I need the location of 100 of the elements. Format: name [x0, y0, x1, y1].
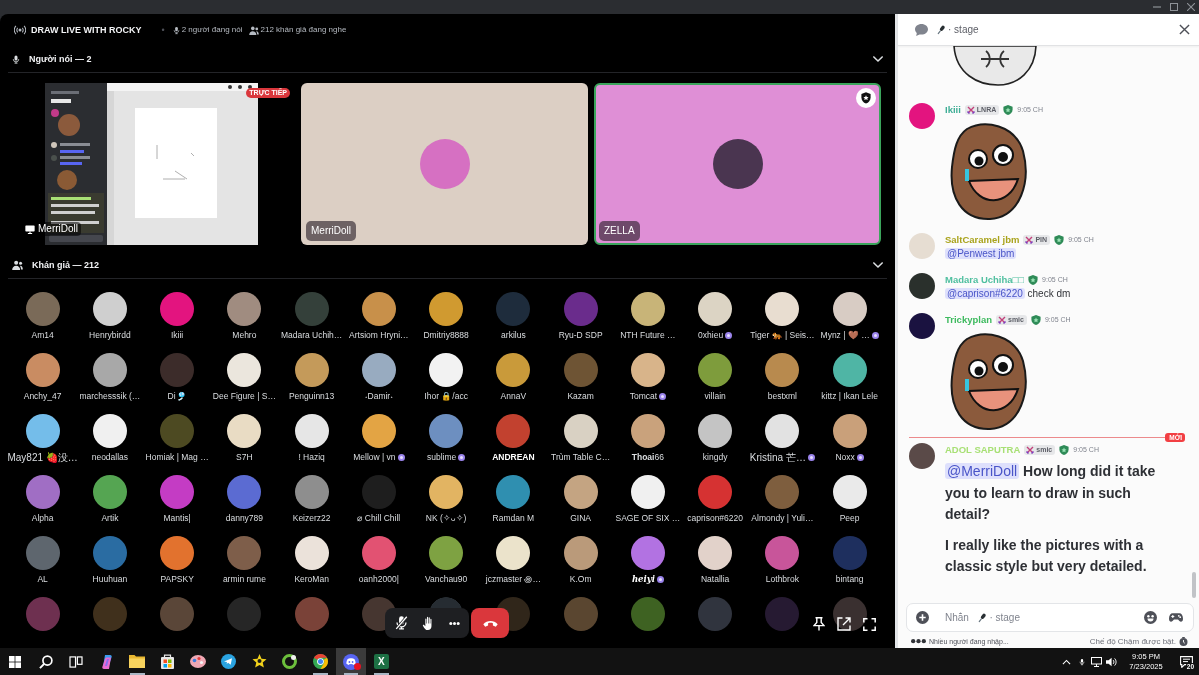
chevron-down-icon[interactable]: [873, 56, 883, 62]
user-avatar[interactable]: [630, 475, 665, 509]
user-name: marchesssik (…: [79, 391, 141, 402]
user-name: Vanchau90: [424, 574, 468, 585]
taskbar-button[interactable]: [335, 648, 366, 675]
windows-logo-icon: [9, 655, 22, 668]
user-avatar[interactable]: [563, 475, 598, 509]
user-avatar[interactable]: [630, 353, 665, 387]
user-avatar[interactable]: [765, 414, 800, 448]
user-avatar[interactable]: [832, 353, 867, 387]
user-avatar[interactable]: [630, 536, 665, 570]
user-avatar[interactable]: [294, 536, 329, 570]
user-name: Am14: [31, 330, 54, 341]
user-avatar[interactable]: [294, 353, 329, 387]
chevron-down-icon[interactable]: [873, 262, 883, 268]
maximize-icon[interactable]: [1170, 3, 1178, 11]
user-avatar[interactable]: [361, 414, 396, 448]
user-avatar[interactable]: [92, 414, 127, 448]
user-name: Tomcat: [629, 391, 658, 402]
user-avatar[interactable]: [92, 353, 127, 387]
user-name: ! Haziq: [298, 452, 325, 463]
monitor-icon[interactable]: [1091, 656, 1102, 667]
message-input[interactable]: Nhắn: [945, 611, 976, 624]
plus-icon[interactable]: [916, 611, 929, 624]
name-tag: MerriDoll: [306, 221, 356, 241]
user-avatar[interactable]: [429, 353, 464, 387]
palette-icon: [190, 655, 207, 668]
close-icon[interactable]: [1179, 24, 1190, 35]
user-avatar[interactable]: [832, 292, 867, 326]
user-avatar[interactable]: [832, 475, 867, 509]
user-name: AnnaV: [500, 391, 527, 402]
more-icon[interactable]: [449, 621, 460, 625]
pop-out-icon[interactable]: [837, 617, 851, 631]
gamepad-icon[interactable]: [1169, 613, 1183, 622]
user-name: Di🎐: [167, 391, 187, 402]
user-avatar[interactable]: [160, 536, 195, 570]
user-avatar[interactable]: [496, 353, 531, 387]
user-avatar[interactable]: [227, 353, 262, 387]
chevron-up-icon[interactable]: [1062, 658, 1071, 665]
user-mention[interactable]: @MerriDoll: [945, 463, 1020, 479]
author-name[interactable]: Ikiii: [945, 103, 961, 117]
user-avatar[interactable]: [765, 292, 800, 326]
user-avatar[interactable]: [909, 313, 935, 339]
user-avatar[interactable]: [698, 536, 733, 570]
user-avatar[interactable]: [25, 414, 60, 448]
user-avatar[interactable]: [294, 414, 329, 448]
user-mention[interactable]: @Penwest jbm: [945, 248, 1017, 259]
chat-bubble-icon: [915, 23, 928, 36]
user-name: Penguinn13: [288, 391, 335, 402]
user-avatar[interactable]: [630, 292, 665, 326]
user-avatar[interactable]: [227, 292, 262, 326]
pin-icon[interactable]: [813, 617, 825, 631]
microphone-icon[interactable]: [1078, 656, 1085, 667]
section-title: Người nói — 2: [29, 53, 92, 65]
user-avatar[interactable]: [429, 292, 464, 326]
user-avatar[interactable]: [25, 353, 60, 387]
user-avatar[interactable]: [294, 475, 329, 509]
speaker-icon[interactable]: [1106, 656, 1117, 667]
user-avatar[interactable]: [909, 273, 935, 299]
user-avatar[interactable]: [832, 597, 867, 631]
microphone-icon: [977, 612, 988, 623]
listener-count: 212 khán giả đang nghe: [260, 24, 347, 36]
microphone-muted-icon[interactable]: [395, 616, 408, 630]
user-avatar[interactable]: [361, 292, 396, 326]
fullscreen-icon[interactable]: [863, 617, 876, 631]
author-name[interactable]: SaltCaramel jbm: [945, 233, 1020, 247]
user-name: Keizerz22: [292, 513, 331, 524]
user-name: KeroMan: [294, 574, 329, 585]
taskbar-button[interactable]: X: [366, 648, 397, 675]
user-avatar[interactable]: [832, 414, 867, 448]
user-avatar[interactable]: [563, 536, 598, 570]
user-avatar[interactable]: [92, 475, 127, 509]
folder-icon: [129, 655, 146, 668]
user-name: heiyi: [631, 574, 655, 585]
game-controller-logo-icon: [342, 653, 359, 670]
user-avatar[interactable]: [909, 443, 935, 469]
close-icon[interactable]: [1187, 3, 1195, 11]
user-name: Noxx: [835, 452, 855, 463]
leave-call-button[interactable]: [471, 608, 509, 638]
user-name: Artsiom Hryni…: [349, 330, 409, 341]
user-avatar[interactable]: [563, 414, 598, 448]
emoji-icon[interactable]: [1144, 611, 1157, 624]
user-name: MerriDoll: [38, 223, 78, 235]
user-avatar[interactable]: [698, 414, 733, 448]
scrollbar-thumb[interactable]: [1192, 572, 1196, 598]
user-avatar[interactable]: [92, 292, 127, 326]
user-name: Dee Figure | S…: [212, 391, 276, 402]
user-avatar[interactable]: [429, 414, 464, 448]
user-mention[interactable]: @caprison#6220: [945, 288, 1025, 299]
user-avatar[interactable]: [361, 353, 396, 387]
channel-hint: · stage: [989, 611, 1020, 624]
crossed-swords-icon: [1025, 236, 1034, 244]
user-avatar[interactable]: [698, 353, 733, 387]
user-avatar[interactable]: [630, 414, 665, 448]
user-avatar[interactable]: [765, 353, 800, 387]
user-avatar[interactable]: [496, 536, 531, 570]
user-avatar[interactable]: [429, 475, 464, 509]
user-avatar[interactable]: [227, 414, 262, 448]
user-avatar[interactable]: [698, 292, 733, 326]
user-avatar[interactable]: [429, 536, 464, 570]
